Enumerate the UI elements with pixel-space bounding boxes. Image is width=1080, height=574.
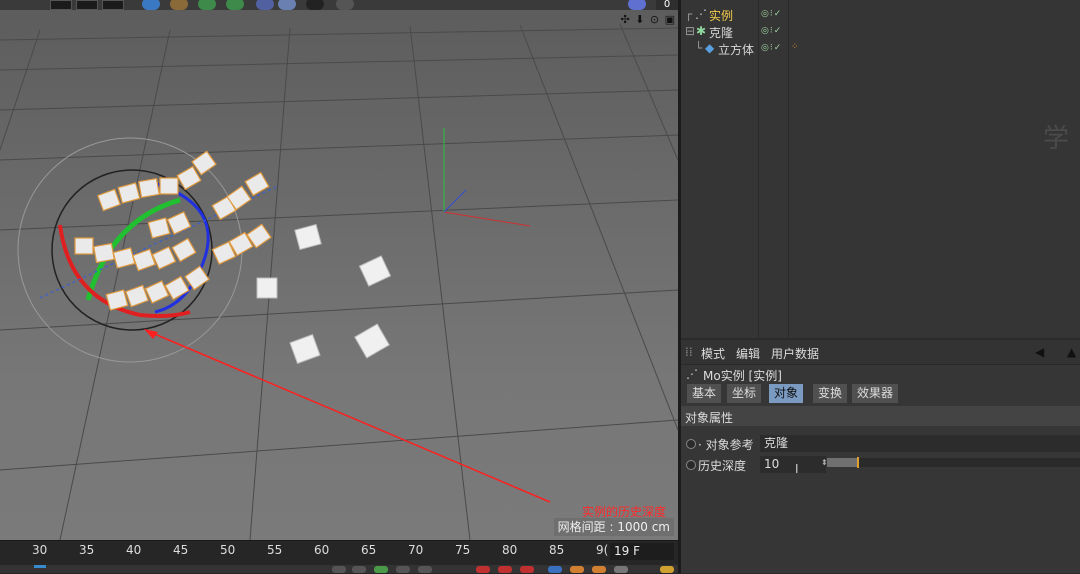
cube-icon: ◆ [705, 41, 715, 55]
text-cursor-icon: I [795, 462, 799, 476]
history-depth-slider[interactable] [827, 458, 1080, 467]
menu-user-data[interactable]: 用户数据 [771, 345, 819, 362]
key-selection-icon[interactable] [520, 566, 534, 573]
timeline-tick-label: 75 [455, 543, 471, 557]
current-frame-field[interactable]: 19 F [610, 543, 674, 560]
tab-object[interactable]: 对象 [769, 384, 804, 403]
viewport-scene [0, 23, 678, 540]
frame-counter: 0 [656, 0, 678, 10]
timeline-tick-label: 60 [314, 543, 330, 557]
tab-effectors[interactable]: 效果器 [852, 384, 899, 403]
pen-tool-icon[interactable] [170, 0, 188, 10]
viewport-nav-icons[interactable]: ✣ ⬇ ⊙ ▣ [620, 13, 676, 26]
3d-viewport[interactable]: 0 ✣ ⬇ ⊙ ▣ 网格间距 : 1000 cm 实例的历史深度 [0, 0, 678, 540]
watermark-text: 学 [1043, 124, 1070, 154]
move-key-icon[interactable] [548, 566, 562, 573]
timeline-tick-label: 65 [361, 543, 377, 557]
menu-mode[interactable]: 模式 [701, 345, 725, 362]
tree-line-icon: ┌ [685, 7, 693, 21]
history-depth-slider-fill [827, 458, 857, 467]
param-key-icon[interactable] [614, 566, 628, 573]
history-depth-animate-toggle[interactable] [686, 460, 696, 470]
menu-edit[interactable]: 编辑 [736, 345, 760, 362]
record-key-button[interactable] [50, 0, 72, 10]
grip-icon: ⁞⁞ [685, 345, 693, 359]
next-frame-icon[interactable] [396, 566, 410, 573]
object-ref-animate-toggle[interactable] [686, 439, 696, 449]
scale-key-icon[interactable] [570, 566, 584, 573]
object-ref-field[interactable]: 克隆 [760, 435, 1080, 452]
timeline-tick-label: 30 [32, 543, 48, 557]
visibility-flags[interactable]: ◎⁝✓ [761, 26, 782, 36]
attribute-menubar: ⁞⁞ 模式 编辑 用户数据 ◀ ▲ [681, 340, 1080, 365]
timeline-tick-label: 80 [502, 543, 518, 557]
cube-primitive-icon[interactable] [142, 0, 160, 10]
subdivision-icon[interactable] [198, 0, 216, 10]
cloner-icon: ✱ [696, 24, 707, 38]
object-ref-label-text: 对象参考 [705, 438, 754, 452]
tab-transform[interactable]: 变换 [813, 384, 848, 403]
play-icon[interactable] [374, 566, 388, 573]
attribute-manager: ⁞⁞ 模式 编辑 用户数据 ◀ ▲ ⋰ Mo实例 [实例] 基本 坐标 对象 变… [681, 340, 1080, 573]
annotation-label: 实例的历史深度 [582, 505, 667, 519]
render-icon[interactable] [628, 0, 646, 10]
object-name[interactable]: 克隆 [709, 24, 733, 41]
timeline-tick-label: 35 [79, 543, 95, 557]
floor-icon[interactable] [278, 0, 296, 10]
timeline-tick-label: 55 [267, 543, 283, 557]
playhead-marker[interactable] [34, 565, 46, 568]
record-icon[interactable] [476, 566, 490, 573]
visibility-flags[interactable]: ◎⁝✓ [761, 43, 782, 53]
go-start-icon[interactable] [332, 566, 346, 573]
timeline-tick-label: 85 [549, 543, 565, 557]
history-depth-slider-knob[interactable] [857, 457, 859, 468]
camera-icon[interactable] [306, 0, 324, 10]
ground-grid [0, 23, 678, 540]
section-title: 对象属性 [685, 411, 734, 425]
tab-basic[interactable]: 基本 [687, 384, 722, 403]
visibility-flags[interactable]: ◎⁝✓ [761, 9, 782, 19]
tab-coords[interactable]: 坐标 [727, 384, 762, 403]
grid-spacing-label: 网格间距 : 1000 cm [553, 518, 674, 536]
prev-frame-icon[interactable] [352, 566, 366, 573]
tag-icon[interactable]: ⁘ [791, 42, 800, 52]
object-row-cube[interactable]: └ ◆ 立方体 ◎⁝✓ ⁘ [681, 41, 1080, 57]
object-name[interactable]: 立方体 [718, 41, 754, 58]
object-row-instance[interactable]: ┌ ⋰ 实例 ◎⁝✓ [681, 7, 1080, 23]
section-header [681, 406, 1080, 426]
deformer-icon[interactable] [256, 0, 274, 10]
history-depth-label: 历史深度 [698, 459, 747, 473]
collapse-icon[interactable]: ⊟ [685, 24, 695, 38]
object-name[interactable]: 实例 [709, 7, 733, 24]
instance-icon: ⋰ [686, 367, 698, 381]
record-key-button-3[interactable] [102, 0, 124, 10]
tree-line-icon: └ [695, 41, 703, 55]
history-depth-input[interactable]: 10 [760, 456, 826, 473]
up-arrow-icon[interactable]: ▲ [1067, 345, 1076, 359]
record-key-button-2[interactable] [76, 0, 98, 10]
mograph-icon[interactable] [226, 0, 244, 10]
auto-key-icon[interactable] [498, 566, 512, 573]
timeline-menu-icon[interactable] [660, 566, 674, 573]
object-row-cloner[interactable]: ⊟ ✱ 克隆 ◎⁝✓ [681, 24, 1080, 40]
timeline-tick-label: 50 [220, 543, 236, 557]
object-manager[interactable]: ┌ ⋰ 实例 ◎⁝✓ ⊟ ✱ 克隆 ◎⁝✓ └ ◆ 立方体 ◎⁝✓ ⁘ [681, 0, 1080, 338]
viewport-toolbar [0, 0, 678, 10]
light-icon[interactable] [336, 0, 354, 10]
object-ref-label: · 对象参考 [698, 438, 754, 452]
timeline-tick-label: 40 [126, 543, 142, 557]
timeline-tick-label: 9( [596, 543, 609, 557]
attribute-title: Mo实例 [实例] [703, 369, 782, 383]
go-end-icon[interactable] [418, 566, 432, 573]
timeline-tick-label: 45 [173, 543, 189, 557]
rotate-key-icon[interactable] [592, 566, 606, 573]
mograph-instance-icon: ⋰ [695, 7, 707, 21]
timeline-tick-label: 70 [408, 543, 424, 557]
back-arrow-icon[interactable]: ◀ [1035, 345, 1044, 359]
